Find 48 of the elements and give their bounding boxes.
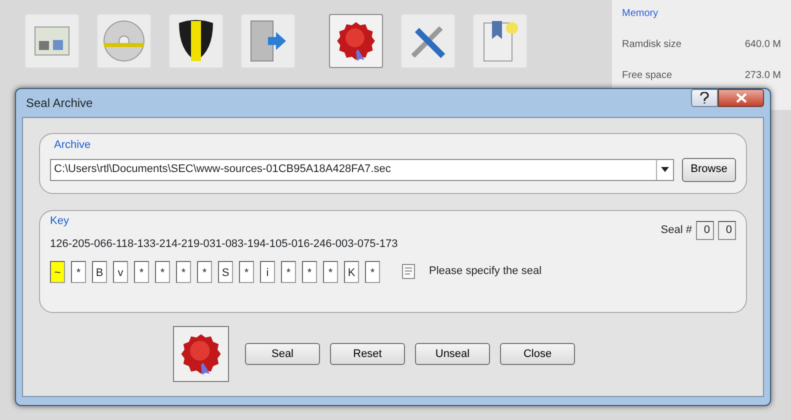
key-character-field[interactable]: * (281, 260, 296, 282)
window-icon (34, 26, 70, 56)
dialog-button[interactable]: Unseal (415, 343, 490, 365)
seal-number-label: Seal # (660, 223, 692, 238)
key-code: 126-205-066-118-133-214-219-031-083-194-105-016-246-003-075-173 (50, 237, 399, 252)
key-character-field[interactable]: * (239, 260, 254, 282)
seal-number-field[interactable]: 0 (718, 221, 736, 240)
dialog-button[interactable]: Reset (330, 343, 405, 365)
key-character-field[interactable]: i (260, 260, 275, 282)
key-character-field[interactable]: * (365, 260, 380, 282)
key-character-field[interactable]: S (218, 260, 233, 282)
group-label: Key (50, 214, 69, 229)
seal-number-field[interactable]: 0 (696, 221, 714, 240)
dropdown-arrow-icon (661, 167, 669, 172)
wax-seal-icon (179, 332, 223, 376)
key-character-field[interactable]: v (113, 260, 128, 282)
wax-seal-icon (335, 20, 377, 62)
key-character-field[interactable]: B (92, 260, 107, 282)
dialog-button[interactable]: Close (500, 343, 575, 365)
hint-text: Please specify the seal (429, 264, 542, 280)
key-character-field[interactable]: * (176, 260, 191, 282)
shield-icon (177, 19, 215, 63)
key-character-field[interactable]: * (155, 260, 170, 282)
close-button[interactable] (718, 89, 764, 107)
key-character-field[interactable]: * (302, 260, 317, 282)
seal-image-button[interactable] (173, 326, 229, 382)
panel-title: Memory (622, 7, 660, 21)
door-arrow-icon (248, 19, 288, 63)
browse-button[interactable]: Browse (682, 158, 736, 182)
help-button[interactable] (691, 89, 718, 107)
key-character-field[interactable]: * (197, 260, 212, 282)
close-icon (736, 93, 746, 103)
document-icon (402, 264, 415, 279)
key-character-field[interactable]: * (71, 260, 86, 282)
key-character-field[interactable]: * (134, 260, 149, 282)
field-value: 640.0 M (744, 38, 781, 52)
field-value: 273.0 M (744, 69, 781, 83)
key-character-field[interactable]: ~ (50, 260, 65, 282)
archive-path-combobox[interactable]: C:\Users\rtl\Documents\SEC\www-sources-01CB95A18A428FA7.sec (50, 158, 674, 180)
dialog-button[interactable]: Seal (245, 343, 320, 365)
help-icon (700, 92, 709, 104)
group-label: Archive (54, 138, 92, 153)
key-character-field[interactable]: * (323, 260, 338, 282)
disc-icon (102, 19, 146, 63)
key-character-field[interactable]: K (344, 260, 359, 282)
window-title: Seal Archive (26, 95, 93, 112)
field-label: Free space (622, 69, 672, 83)
field-label: Ramdisk size (622, 38, 682, 52)
